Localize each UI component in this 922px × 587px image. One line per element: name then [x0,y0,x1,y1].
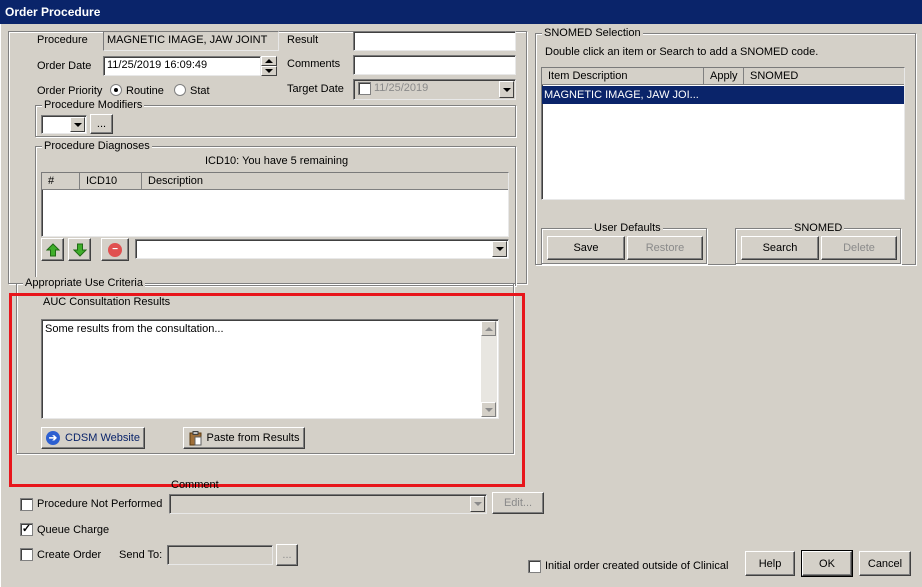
order-priority-label: Order Priority [37,85,103,97]
comment-combo[interactable] [169,494,487,514]
modifier-select[interactable] [41,115,87,134]
auc-scroll-down[interactable] [481,402,496,417]
create-order-checkbox[interactable] [20,548,33,561]
snomed-search-button[interactable]: Search [741,236,819,260]
diagnoses-grid: # ICD10 Description [41,172,509,237]
red-minus-icon: − [108,242,122,257]
auc-results-textarea[interactable]: Some results from the consultation... [41,319,499,419]
priority-routine-label[interactable]: Routine [126,85,164,97]
order-date-label: Order Date [37,60,92,72]
remove-diagnosis-button[interactable]: − [101,238,129,261]
priority-routine-radio[interactable] [110,84,122,96]
target-date-field[interactable]: 11/25/2019 [353,79,516,100]
ok-button[interactable]: OK [801,550,853,577]
snomed-grid: Item Description Apply SNOMED MAGNETIC I… [541,67,905,200]
priority-stat-label[interactable]: Stat [190,85,210,97]
queue-charge-checkbox[interactable]: ✓ [20,523,33,536]
paste-from-results-button[interactable]: Paste from Results [183,427,305,449]
diagnoses-col-number[interactable]: # [42,173,80,189]
snomed-col-apply[interactable]: Apply [704,68,744,84]
result-label: Result [287,34,319,46]
auc-scroll-up[interactable] [481,321,496,336]
diagnoses-col-description[interactable]: Description [142,173,508,189]
snomed-delete-button[interactable]: Delete [821,236,897,260]
blue-arrow-circle-icon: ➔ [46,431,60,445]
cdsm-website-label: CDSM Website [65,432,140,444]
paste-from-results-label: Paste from Results [206,432,300,444]
comment-dropdown-icon[interactable] [470,496,485,512]
order-date-spin-up[interactable] [261,56,277,66]
order-date-field[interactable]: 11/25/2019 16:09:49 [103,56,261,76]
snomed-row-description: MAGNETIC IMAGE, JAW JOI... [544,89,699,101]
restore-button[interactable]: Restore [627,236,703,260]
comments-field[interactable] [353,55,516,75]
clipboard-icon [189,430,202,445]
diagnosis-search-combo[interactable] [135,239,509,259]
modifier-browse-button[interactable]: ... [90,114,113,134]
snomed-actions-title: SNOMED [792,222,845,234]
auc-results-label: AUC Consultation Results [43,296,171,308]
procedure-field: MAGNETIC IMAGE, JAW JOINT [103,31,279,51]
snomed-hint: Double click an item or Search to add a … [545,46,819,58]
auc-scrollbar[interactable] [481,321,497,417]
procedure-label: Procedure [37,34,88,46]
snomed-selection-title: SNOMED Selection [542,27,643,39]
procedure-modifiers-title: Procedure Modifiers [42,99,145,111]
auc-results-text: Some results from the consultation... [45,323,224,335]
window-titlebar: Order Procedure [0,0,922,24]
cancel-button[interactable]: Cancel [859,551,911,576]
green-up-arrow-icon [45,242,60,256]
initial-order-checkbox[interactable] [528,560,541,573]
snomed-grid-header: Item Description Apply SNOMED [542,68,904,85]
edit-button[interactable]: Edit... [492,492,544,514]
procedure-not-performed-label[interactable]: Procedure Not Performed [37,498,162,510]
order-date-spin-down[interactable] [261,66,277,76]
send-to-label: Send To: [119,549,163,561]
target-date-label: Target Date [287,83,344,95]
diagnosis-dropdown-icon[interactable] [492,241,507,257]
result-field[interactable] [353,31,516,51]
create-order-label[interactable]: Create Order [37,549,101,561]
target-date-value: 11/25/2019 [374,82,429,94]
move-down-button[interactable] [68,238,91,261]
target-date-dropdown-icon[interactable] [499,81,514,98]
send-to-field[interactable] [167,545,273,565]
help-button[interactable]: Help [745,551,795,576]
queue-charge-label[interactable]: Queue Charge [37,524,109,536]
snomed-row-selected[interactable]: MAGNETIC IMAGE, JAW JOI... [542,86,904,104]
initial-order-label[interactable]: Initial order created outside of Clinica… [545,560,728,572]
snomed-col-snomed[interactable]: SNOMED [744,68,904,84]
order-procedure-dialog: Procedure MAGNETIC IMAGE, JAW JOINT Orde… [0,24,922,587]
target-date-checkbox[interactable] [358,82,371,95]
auc-title: Appropriate Use Criteria [23,277,145,289]
diagnoses-col-icd10[interactable]: ICD10 [80,173,142,189]
user-defaults-title: User Defaults [592,222,663,234]
window-title: Order Procedure [5,5,101,19]
move-up-button[interactable] [41,238,64,261]
save-button[interactable]: Save [547,236,625,260]
snomed-col-description[interactable]: Item Description [542,68,704,84]
comment-label: Comment [171,479,219,491]
procedure-diagnoses-title: Procedure Diagnoses [42,140,152,152]
cdsm-website-button[interactable]: ➔ CDSM Website [41,427,145,449]
comments-label: Comments [287,58,341,70]
procedure-not-performed-checkbox[interactable] [20,498,33,511]
diagnoses-grid-header: # ICD10 Description [42,173,508,190]
send-to-browse-button[interactable]: ... [276,544,298,566]
green-down-arrow-icon [72,243,87,257]
modifier-dropdown-icon[interactable] [70,117,85,132]
priority-stat-radio[interactable] [174,84,186,96]
icd10-remaining-status: ICD10: You have 5 remaining [205,155,349,167]
